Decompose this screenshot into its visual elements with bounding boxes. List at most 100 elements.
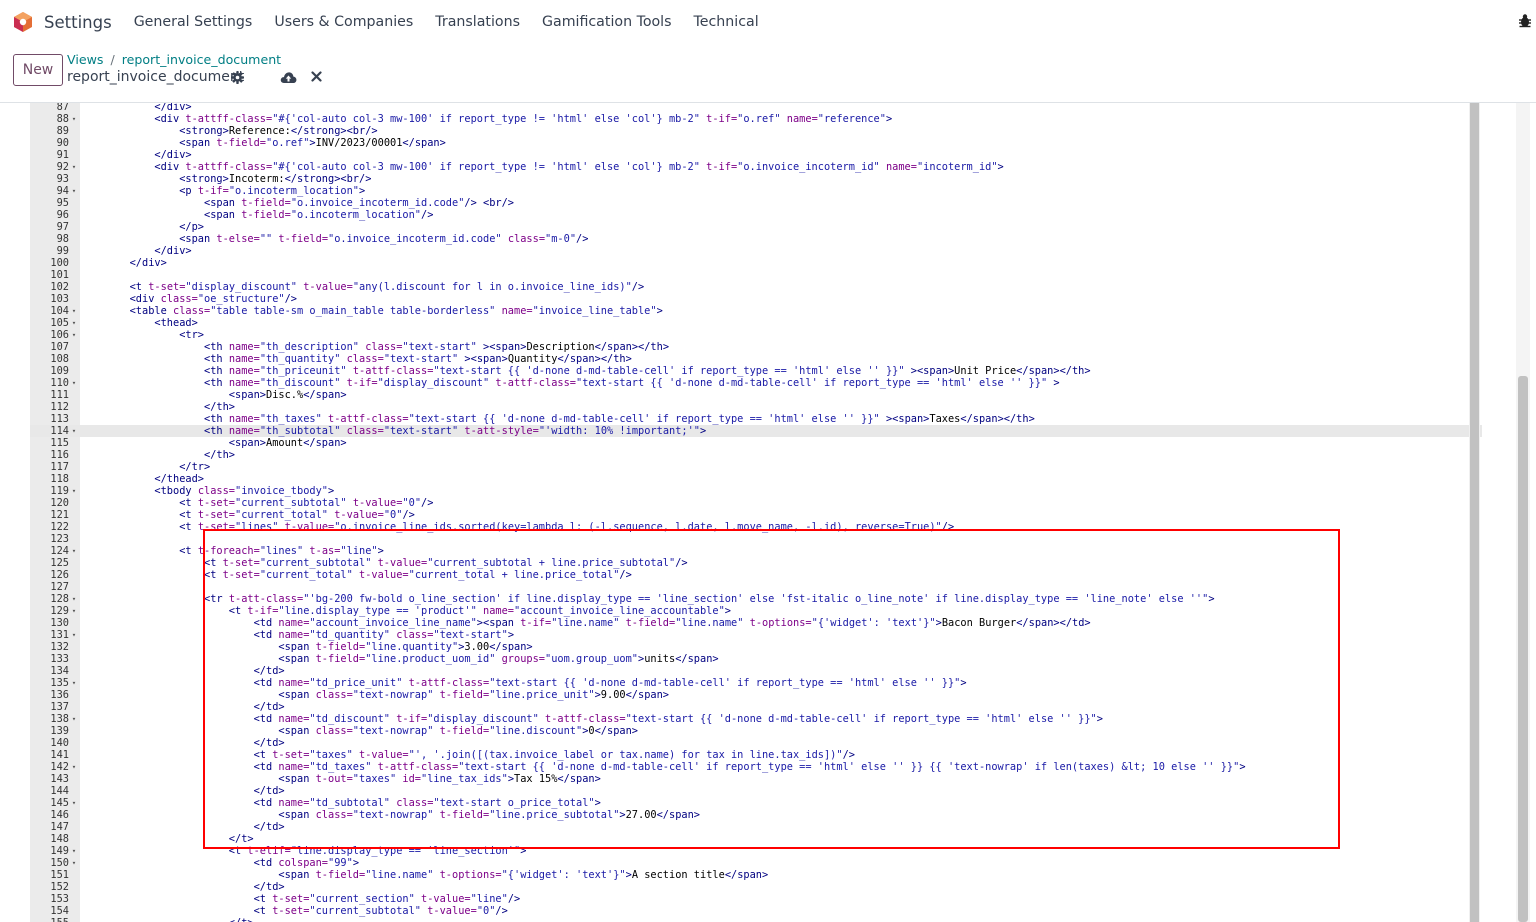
new-button[interactable]: New [13,54,63,86]
code-line[interactable]: 136 <span class="text-nowrap" t-field="l… [30,689,1482,701]
fold-toggle-icon[interactable]: ▾ [70,713,78,725]
discard-close-icon[interactable] [311,71,322,82]
code-line[interactable]: 95 <span t-field="o.invoice_incoterm_id.… [30,197,1482,209]
code-line[interactable]: 101 [30,269,1482,281]
code-line[interactable]: 96 <span t-field="o.incoterm_location"/> [30,209,1482,221]
code-line[interactable]: 107 <th name="th_description" class="tex… [30,341,1482,353]
code-line[interactable]: 149 ▾ <t t-elif="line.display_type == 'li… [30,845,1482,857]
code-line[interactable]: 89 <strong>Reference:</strong><br/> [30,125,1482,137]
gear-icon[interactable] [231,71,244,84]
fold-toggle-icon[interactable]: ▾ [70,305,78,317]
code-line[interactable]: 153 <t t-set="current_section" t-value="… [30,893,1482,905]
breadcrumb-record[interactable]: report_invoice_document [122,52,281,67]
code-line[interactable]: 125 <t t-set="current_subtotal" t-value=… [30,557,1482,569]
app-name[interactable]: Settings [44,13,112,32]
code-line[interactable]: 140 </td> [30,737,1482,749]
code-line[interactable]: 112 </th> [30,401,1482,413]
code-line[interactable]: 110 ▾ <th name="th_discount" t-if="displa… [30,377,1482,389]
code-line[interactable]: 123 [30,533,1482,545]
code-line[interactable]: 146 <span class="text-nowrap" t-field="l… [30,809,1482,821]
code-line[interactable]: 131 ▾ <td name="td_quantity" class="text-… [30,629,1482,641]
fold-toggle-icon[interactable]: ▾ [70,161,78,173]
code-line[interactable]: 93 <strong>Incoterm:</strong><br/> [30,173,1482,185]
code-line[interactable]: 121 <t t-set="current_total" t-value="0"… [30,509,1482,521]
code-line[interactable]: 99 </div> [30,245,1482,257]
code-line[interactable]: 94 ▾ <p t-if="o.incoterm_location"> [30,185,1482,197]
code-line[interactable]: 141 <t t-set="taxes" t-value="', '.join(… [30,749,1482,761]
code-line[interactable]: 116 </th> [30,449,1482,461]
code-line[interactable]: 114 ▾ <th name="th_subtotal" class="text-… [30,425,1482,437]
code-line[interactable]: 145 ▾ <td name="td_subtotal" class="text-… [30,797,1482,809]
fold-toggle-icon[interactable]: ▾ [70,113,78,125]
fold-toggle-icon[interactable]: ▾ [70,605,78,617]
code-line[interactable]: 92 ▾ <div t-attff-class="#{'col-auto col-… [30,161,1482,173]
code-line[interactable]: 155 </t> [30,917,1482,922]
code-line[interactable]: 108 <th name="th_quantity" class="text-s… [30,353,1482,365]
code-line[interactable]: 135 ▾ <td name="td_price_unit" t-attf-cla… [30,677,1482,689]
menu-translations[interactable]: Translations [435,14,520,30]
fold-toggle-icon[interactable]: ▾ [70,377,78,389]
fold-toggle-icon[interactable]: ▾ [70,761,78,773]
code-line[interactable]: 100 </div> [30,257,1482,269]
debug-bug-icon[interactable] [1518,13,1532,29]
code-line[interactable]: 139 <span class="text-nowrap" t-field="l… [30,725,1482,737]
menu-gamification-tools[interactable]: Gamification Tools [542,14,672,30]
code-line[interactable]: 151 <span t-field="line.name" t-options=… [30,869,1482,881]
code-line[interactable]: 152 </td> [30,881,1482,893]
code-line[interactable]: 147 </td> [30,821,1482,833]
code-line[interactable]: 144 </td> [30,785,1482,797]
fold-toggle-icon[interactable]: ▾ [70,797,78,809]
fold-toggle-icon[interactable]: ▾ [70,593,78,605]
code-line[interactable]: 132 <span t-field="line.quantity">3.00</… [30,641,1482,653]
code-line[interactable]: 150 ▾ <td colspan="99"> [30,857,1482,869]
menu-general-settings[interactable]: General Settings [134,14,253,30]
menu-users-companies[interactable]: Users & Companies [274,14,413,30]
code-line[interactable]: 103 <div class="oe_structure"/> [30,293,1482,305]
code-line[interactable]: 143 <span t-out="taxes" id="line_tax_ids… [30,773,1482,785]
code-line[interactable]: 119 ▾ <tbody class="invoice_tbody"> [30,485,1482,497]
code-line[interactable]: 111 <span>Disc.%</span> [30,389,1482,401]
editor-scrollbar-thumb[interactable] [1470,103,1479,922]
code-line[interactable]: 129 ▾ <t t-if="line.display_type == 'prod… [30,605,1482,617]
fold-toggle-icon[interactable]: ▾ [70,185,78,197]
fold-toggle-icon[interactable]: ▾ [70,329,78,341]
fold-toggle-icon[interactable]: ▾ [70,857,78,869]
code-line[interactable]: 130 <td name="account_invoice_line_name"… [30,617,1482,629]
code-line[interactable]: 134 </td> [30,665,1482,677]
code-line[interactable]: 148 </t> [30,833,1482,845]
code-line[interactable]: 104 ▾ <table class="table table-sm o_main… [30,305,1482,317]
code-line[interactable]: 142 ▾ <td name="td_taxes" t-attf-class="t… [30,761,1482,773]
code-line[interactable]: 154 <t t-set="current_subtotal" t-value=… [30,905,1482,917]
code-editor[interactable]: 87 </div> 88 ▾ <div t-attff-class="#{'col-… [30,103,1482,922]
cloud-upload-icon[interactable] [280,71,297,84]
menu-technical[interactable]: Technical [694,14,759,30]
fold-toggle-icon[interactable]: ▾ [70,425,78,437]
code-line[interactable]: 87 </div> [30,103,1482,113]
code-line[interactable]: 109 <th name="th_priceunit" t-attf-class… [30,365,1482,377]
code-line[interactable]: 98 <span t-else="" t-field="o.invoice_in… [30,233,1482,245]
code-line[interactable]: 127 [30,581,1482,593]
fold-toggle-icon[interactable]: ▾ [70,629,78,641]
code-line[interactable]: 90 <span t-field="o.ref">INV/2023/00001<… [30,137,1482,149]
fold-toggle-icon[interactable]: ▾ [70,677,78,689]
code-line[interactable]: 117 </tr> [30,461,1482,473]
page-scrollbar-thumb[interactable] [1518,376,1528,922]
code-line[interactable]: 124 ▾ <t t-foreach="lines" t-as="line"> [30,545,1482,557]
code-line[interactable]: 115 <span>Amount</span> [30,437,1482,449]
fold-toggle-icon[interactable]: ▾ [70,485,78,497]
code-line[interactable]: 106 ▾ <tr> [30,329,1482,341]
code-line[interactable]: 126 <t t-set="current_total" t-value="cu… [30,569,1482,581]
breadcrumb-views[interactable]: Views [67,52,103,67]
code-line[interactable]: 105 ▾ <thead> [30,317,1482,329]
code-line[interactable]: 91 </div> [30,149,1482,161]
code-line[interactable]: 138 ▾ <td name="td_discount" t-if="displa… [30,713,1482,725]
odoo-logo-icon[interactable] [12,11,34,33]
code-line[interactable]: 88 ▾ <div t-attff-class="#{'col-auto col-… [30,113,1482,125]
code-line[interactable]: 113 <th name="th_taxes" t-attf-class="te… [30,413,1482,425]
fold-toggle-icon[interactable]: ▾ [70,545,78,557]
code-line[interactable]: 128 ▾ <tr t-att-class="'bg-200 fw-bold o_… [30,593,1482,605]
fold-toggle-icon[interactable]: ▾ [70,845,78,857]
fold-toggle-icon[interactable]: ▾ [70,317,78,329]
code-line[interactable]: 122 <t t-set="lines" t-value="o.invoice_… [30,521,1482,533]
code-line[interactable]: 120 <t t-set="current_subtotal" t-value=… [30,497,1482,509]
